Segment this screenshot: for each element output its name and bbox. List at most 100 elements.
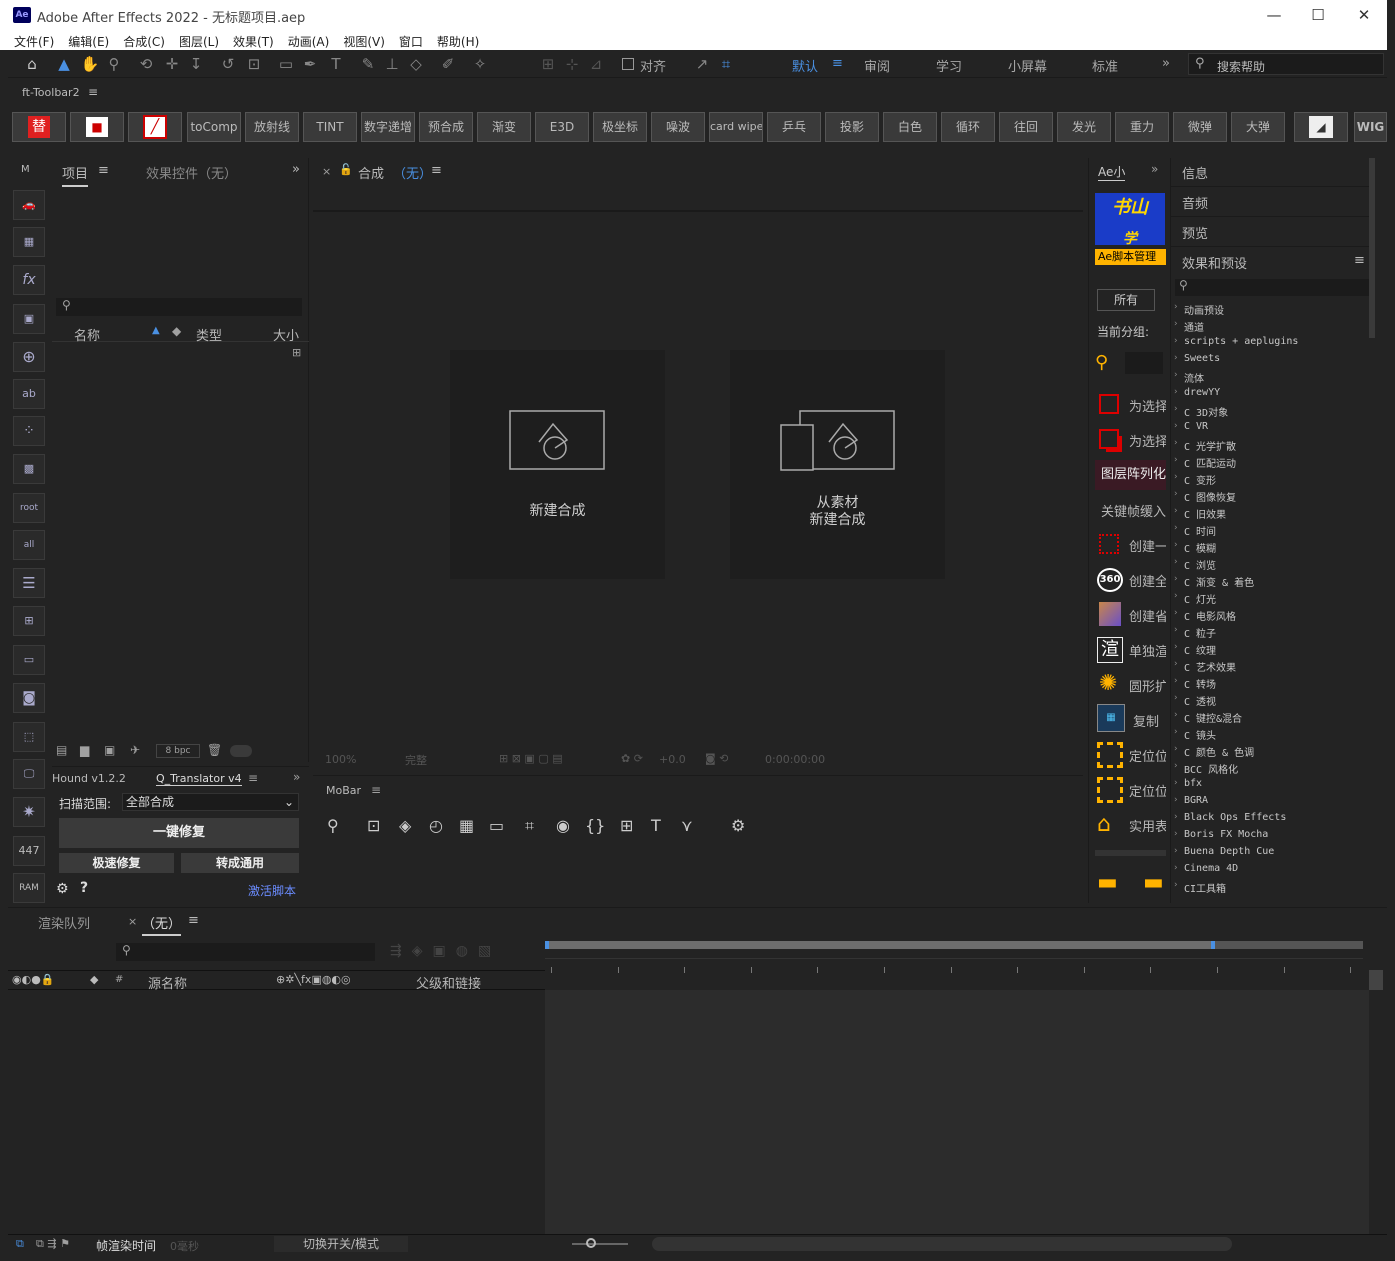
pan-behind-tool-icon[interactable]: ⊡ <box>244 54 264 74</box>
keyframe-ease-button[interactable]: 关键帧缓入 <box>1101 501 1166 520</box>
ft-button-radial[interactable]: 放射线 <box>245 112 299 142</box>
search-icon[interactable]: ⚲ <box>1095 352 1108 373</box>
panel-menu-icon[interactable]: ≡ <box>188 913 199 928</box>
film-grid-icon[interactable]: ▦ <box>13 227 45 257</box>
effects-list-item[interactable]: › C 纹理 <box>1171 640 1371 657</box>
ae-item-position-1[interactable]: 定位位 <box>1129 746 1166 765</box>
eye-icon[interactable]: ◉ <box>556 816 570 835</box>
bounding-box-icon[interactable]: ⬚ <box>13 722 45 752</box>
chevron-right-icon[interactable]: › <box>1174 710 1178 720</box>
chevron-right-icon[interactable]: › <box>1174 863 1178 873</box>
scrollbar[interactable] <box>1095 850 1166 856</box>
home-icon[interactable]: ⌂ <box>22 54 42 74</box>
ft-button-camera-icon[interactable]: ■ <box>70 112 124 142</box>
ft-button-graph-icon[interactable]: ◢ <box>1294 112 1348 142</box>
col-type[interactable]: 类型 <box>196 325 222 344</box>
audio-panel-tab[interactable]: 音频 <box>1182 193 1208 212</box>
pan-tool-icon[interactable]: ✛ <box>162 54 182 74</box>
ae-item-circle[interactable]: 圆形扩 <box>1129 676 1166 695</box>
ft-button-tocomp[interactable]: toComp <box>187 112 241 142</box>
ft-button-precomp[interactable]: 预合成 <box>419 112 473 142</box>
chevron-right-icon[interactable]: › <box>1174 370 1178 380</box>
tab-effect-controls[interactable]: 效果控件（无） <box>146 163 237 182</box>
chevron-right-icon[interactable]: › <box>1174 506 1178 516</box>
text-tool-icon[interactable]: T <box>651 816 661 835</box>
ft-button-noise[interactable]: 噪波 <box>651 112 705 142</box>
effects-list-item[interactable]: › C 旧效果 <box>1171 504 1371 521</box>
chevron-right-icon[interactable]: › <box>1174 642 1178 652</box>
effects-list-item[interactable]: › C 图像恢复 <box>1171 487 1371 504</box>
col-size[interactable]: 大小 <box>273 325 299 344</box>
visibility-icons[interactable]: ◉◐●🔒 <box>12 973 55 986</box>
effects-list-item[interactable]: › CI工具箱 <box>1171 878 1371 895</box>
roto-brush-tool-icon[interactable]: ✐ <box>438 54 458 74</box>
menu-window[interactable]: 窗口 <box>392 30 430 50</box>
fx-styles-icon[interactable]: fx <box>13 265 45 295</box>
effects-list-item[interactable]: › C 模糊 <box>1171 538 1371 555</box>
selection-tool-icon[interactable]: ▲ <box>54 54 74 74</box>
ft-button-loop[interactable]: 循环 <box>941 112 995 142</box>
new-comp-icon[interactable]: ▣ <box>104 743 115 757</box>
settings-icon[interactable]: ⚙ <box>731 816 745 835</box>
effects-presets-tab[interactable]: 效果和预设 <box>1182 253 1247 272</box>
chevron-right-icon[interactable]: › <box>1174 608 1178 618</box>
effects-list-item[interactable]: › Cinema 4D <box>1171 861 1371 878</box>
zoom-slider-handle[interactable] <box>586 1238 596 1248</box>
sparkle-icon[interactable]: ✷ <box>13 797 45 827</box>
menu-layer[interactable]: 图层(L) <box>172 30 226 50</box>
ft-button-polar[interactable]: 极坐标 <box>593 112 647 142</box>
menu-view[interactable]: 视图(V) <box>336 30 392 50</box>
preview-panel-tab[interactable]: 预览 <box>1182 223 1208 242</box>
new-comp-from-footage-card[interactable]: 从素材 新建合成 <box>730 350 945 579</box>
chevron-right-icon[interactable]: › <box>1174 625 1178 635</box>
lock-icon[interactable]: 🔓 <box>339 163 353 176</box>
chevron-right-icon[interactable]: › <box>1174 744 1178 754</box>
chevron-right-icon[interactable]: › <box>1174 523 1178 533</box>
close-tab-icon[interactable]: × <box>128 915 137 928</box>
chevron-right-icon[interactable]: › <box>1174 472 1178 482</box>
chevron-right-icon[interactable]: › <box>1174 438 1178 448</box>
ae-item-utility[interactable]: 实用表 <box>1129 816 1166 835</box>
chevron-right-icon[interactable]: › <box>1174 540 1178 550</box>
effects-list-item[interactable]: › Boris FX Mocha <box>1171 827 1371 844</box>
folder-all-icon[interactable]: all <box>13 530 45 560</box>
effects-list-item[interactable]: › C 光学扩散 <box>1171 436 1371 453</box>
ft-button-tint[interactable]: TINT <box>303 112 357 142</box>
world-axis-icon[interactable]: ⊹ <box>562 54 582 74</box>
monitor-icon[interactable]: 🖵 <box>13 759 45 789</box>
effects-list-item[interactable]: › bfx <box>1171 776 1371 793</box>
workspace-default[interactable]: 默认 <box>792 56 818 75</box>
timecode[interactable]: 0:00:00:00 <box>765 753 825 766</box>
effects-list-item[interactable]: › Black Ops Effects <box>1171 810 1371 827</box>
pen-tool-icon[interactable]: ✒ <box>300 54 320 74</box>
panel-menu-icon[interactable]: ≡ <box>88 85 98 99</box>
panel-menu-icon[interactable]: ≡ <box>431 163 442 178</box>
close-button[interactable]: ✕ <box>1344 4 1384 26</box>
all-button[interactable]: 所有 <box>1097 289 1155 311</box>
effects-list-item[interactable]: › BGRA <box>1171 793 1371 810</box>
chevron-right-icon[interactable]: › <box>1174 812 1178 822</box>
minimize-button[interactable]: — <box>1254 4 1294 26</box>
timeline-search-input[interactable]: ⚲ <box>116 943 375 961</box>
workspace-small-screen[interactable]: 小屏幕 <box>1008 56 1047 75</box>
menu-composition[interactable]: 合成(C) <box>116 30 172 50</box>
new-composition-card[interactable]: 新建合成 <box>450 350 665 579</box>
ft-button-card-wipe[interactable]: card wipe <box>709 112 763 142</box>
chevron-right-icon[interactable]: › <box>1174 761 1178 771</box>
ft-button-big-bounce[interactable]: 大弹 <box>1231 112 1285 142</box>
effects-list-item[interactable]: › C 灯光 <box>1171 589 1371 606</box>
sort-asc-icon[interactable]: ▲ <box>152 325 160 336</box>
panel-menu-icon[interactable]: ≡ <box>248 771 258 785</box>
fix-all-button[interactable]: 一键修复 <box>59 818 299 848</box>
help-search[interactable]: ⚲ 搜索帮助 <box>1188 53 1384 75</box>
col-name[interactable]: 名称 <box>74 325 100 344</box>
chevron-right-icon[interactable]: › <box>1174 846 1178 856</box>
zoom-dropdown[interactable]: 100% <box>325 753 356 766</box>
tab-project[interactable]: 项目 <box>62 163 89 187</box>
render-icon[interactable]: ✈ <box>130 743 140 757</box>
rectangle-tool-icon[interactable]: ▭ <box>276 54 296 74</box>
new-folder-icon[interactable]: ▆ <box>80 743 89 757</box>
particles-icon[interactable]: ⁘ <box>13 416 45 446</box>
scope-select[interactable]: 全部合成 ⌄ <box>122 793 299 811</box>
effects-list-item[interactable]: › C VR <box>1171 419 1371 436</box>
